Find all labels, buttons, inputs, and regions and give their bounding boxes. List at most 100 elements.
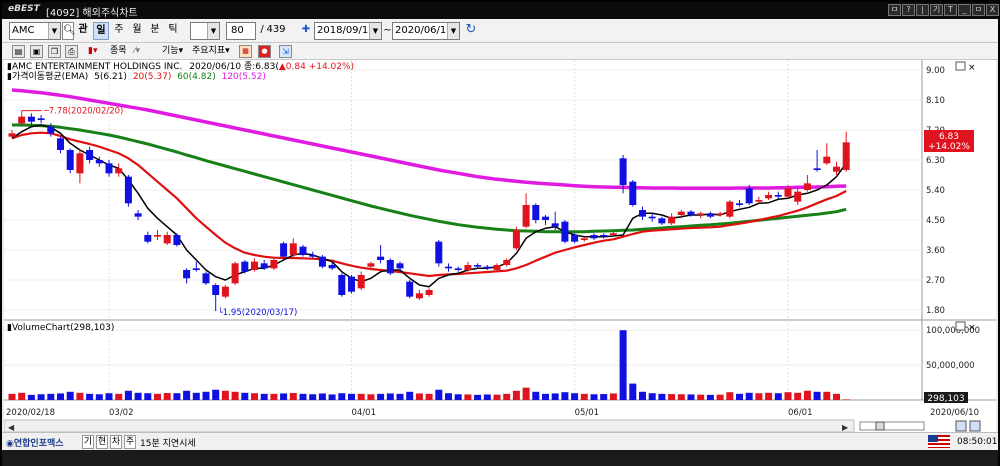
- window-control-4[interactable]: T: [944, 4, 957, 16]
- volume-bar: [445, 393, 452, 400]
- volume-bar: [503, 393, 511, 400]
- count-input[interactable]: 80: [226, 22, 256, 40]
- chart-area[interactable]: ─7.78(2020/02/20) └1.95(2020/03/17) 9.00 8…: [3, 60, 996, 433]
- zoom-slider-handle[interactable]: [875, 421, 885, 431]
- candle-body: [212, 285, 220, 295]
- period-button-4[interactable]: 분: [147, 22, 163, 40]
- chevron-down-icon[interactable]: ▼: [207, 23, 219, 39]
- chart-toolbar: ▤ ▣ ❐ ⎙ ▮▾ 종목 ⁄▾ 기능▾ 주요지표▾ ▦ ● ⇲: [2, 43, 998, 60]
- chart-settings-icon[interactable]: ▤: [12, 45, 25, 58]
- line-tool-icon[interactable]: ⁄▾: [134, 45, 140, 59]
- period-button-1[interactable]: 일: [93, 22, 109, 40]
- close-icon[interactable]: ×: [968, 63, 976, 73]
- function-menu[interactable]: 기능▾: [162, 45, 183, 59]
- add-icon[interactable]: ✚: [301, 22, 311, 40]
- candle-body: [8, 133, 16, 137]
- window-control-7[interactable]: X: [986, 4, 999, 16]
- close-icon[interactable]: ×: [968, 323, 976, 333]
- last-price-box: 6.83 +14.02%: [924, 130, 974, 152]
- volume-bar: [47, 393, 55, 400]
- symbol-search-button[interactable]: 🔍︎: [62, 22, 76, 40]
- candle-body: [648, 216, 656, 219]
- status-tab-3[interactable]: 차: [110, 435, 122, 449]
- scroll-left-icon[interactable]: ◀: [8, 423, 15, 432]
- maximize-icon[interactable]: [955, 61, 966, 71]
- volume-bar: [629, 383, 637, 400]
- copy-icon[interactable]: ❐: [48, 45, 61, 58]
- price-tick-label: 2.70: [926, 276, 945, 286]
- candle-body: [124, 176, 132, 204]
- start-date-combo[interactable]: 2018/09/12 ▼: [314, 22, 382, 40]
- candle-body: [105, 163, 113, 174]
- volume-bar: [415, 393, 423, 400]
- candle-body: [493, 265, 501, 270]
- candle-body: [27, 116, 35, 122]
- order-label[interactable]: 종목: [110, 45, 127, 59]
- scroll-right-icon[interactable]: ▶: [842, 423, 849, 432]
- refresh-icon[interactable]: ↻: [464, 22, 478, 40]
- window-control-6[interactable]: ㅁ: [972, 4, 985, 16]
- candle-body: [241, 261, 249, 272]
- zoom-out-icon[interactable]: [969, 420, 981, 432]
- chevron-down-icon[interactable]: ▼: [447, 23, 459, 39]
- candle: [348, 275, 355, 294]
- status-tab-1[interactable]: 기: [82, 435, 94, 449]
- volume-bar: [115, 393, 123, 400]
- zoom-in-icon[interactable]: [955, 420, 967, 432]
- chevron-down-icon[interactable]: ▼: [369, 23, 381, 39]
- end-date-combo[interactable]: 2020/06/10 ▼: [392, 22, 460, 40]
- save-icon[interactable]: ▣: [30, 45, 43, 58]
- indicator-menu[interactable]: 주요지표▾: [192, 45, 230, 59]
- date-tick-label: 05/01: [575, 408, 600, 418]
- candle-body: [833, 166, 840, 172]
- symbol-combo[interactable]: AMC ▼: [9, 22, 61, 40]
- candle-body: [580, 238, 588, 240]
- candle-body: [280, 243, 288, 257]
- candle: [318, 255, 326, 269]
- candle-body: [318, 256, 326, 267]
- overlay-icon[interactable]: ▦: [239, 45, 252, 58]
- record-icon[interactable]: ●: [258, 45, 271, 58]
- period-button-5[interactable]: 틱: [165, 22, 181, 40]
- zoom-slider[interactable]: [859, 421, 925, 431]
- status-tab-2[interactable]: 현: [96, 435, 108, 449]
- volume-bar: [8, 393, 16, 400]
- last-price-value: 6.83: [939, 132, 959, 142]
- candle-body: [144, 235, 152, 242]
- candle-body: [454, 268, 462, 270]
- window-control-3[interactable]: 기: [930, 4, 943, 16]
- candle: [202, 271, 210, 285]
- bottom-strip: [2, 450, 998, 466]
- date-tick-label: 03/02: [109, 408, 134, 418]
- period-button-2[interactable]: 주: [111, 22, 127, 40]
- period-button-3[interactable]: 월: [129, 22, 145, 40]
- ema5-label: 5(6.21): [94, 72, 127, 82]
- volume-bar: [357, 393, 365, 400]
- period-button-0[interactable]: 관: [75, 22, 91, 40]
- candle-body: [755, 200, 763, 202]
- window-control-0[interactable]: ㅁ: [888, 4, 901, 16]
- volume-legend: ▮VolumeChart(298,103): [7, 323, 114, 333]
- candle-body: [425, 290, 433, 295]
- ema120-label: 120(5.52): [222, 72, 266, 82]
- candle-body: [736, 203, 743, 205]
- price-change: ▲0.84 +14.02%): [279, 62, 354, 72]
- candle-type-icon[interactable]: ▮▾: [88, 45, 97, 59]
- volume-bar: [367, 394, 375, 400]
- candle: [386, 258, 394, 275]
- chevron-down-icon[interactable]: ▼: [48, 23, 60, 39]
- volume-bar: [813, 391, 821, 400]
- zoom-icon[interactable]: ⇲: [279, 45, 292, 58]
- window-control-1[interactable]: ?: [902, 4, 915, 16]
- window-control-2[interactable]: |: [916, 4, 929, 16]
- interval-combo[interactable]: ▼: [190, 22, 220, 40]
- status-tab-4[interactable]: 주: [124, 435, 136, 449]
- horizontal-scrollbar[interactable]: ◀ ▶: [3, 419, 981, 433]
- print-icon[interactable]: ⎙: [65, 45, 78, 58]
- price-tick-label: 8.10: [926, 96, 945, 106]
- volume-bar: [270, 393, 278, 400]
- scrollbar-track[interactable]: [3, 419, 855, 433]
- window-control-5[interactable]: _: [958, 4, 971, 16]
- maximize-icon[interactable]: [955, 321, 966, 331]
- chart-canvas[interactable]: ─7.78(2020/02/20) └1.95(2020/03/17) 9.00 8…: [3, 60, 996, 433]
